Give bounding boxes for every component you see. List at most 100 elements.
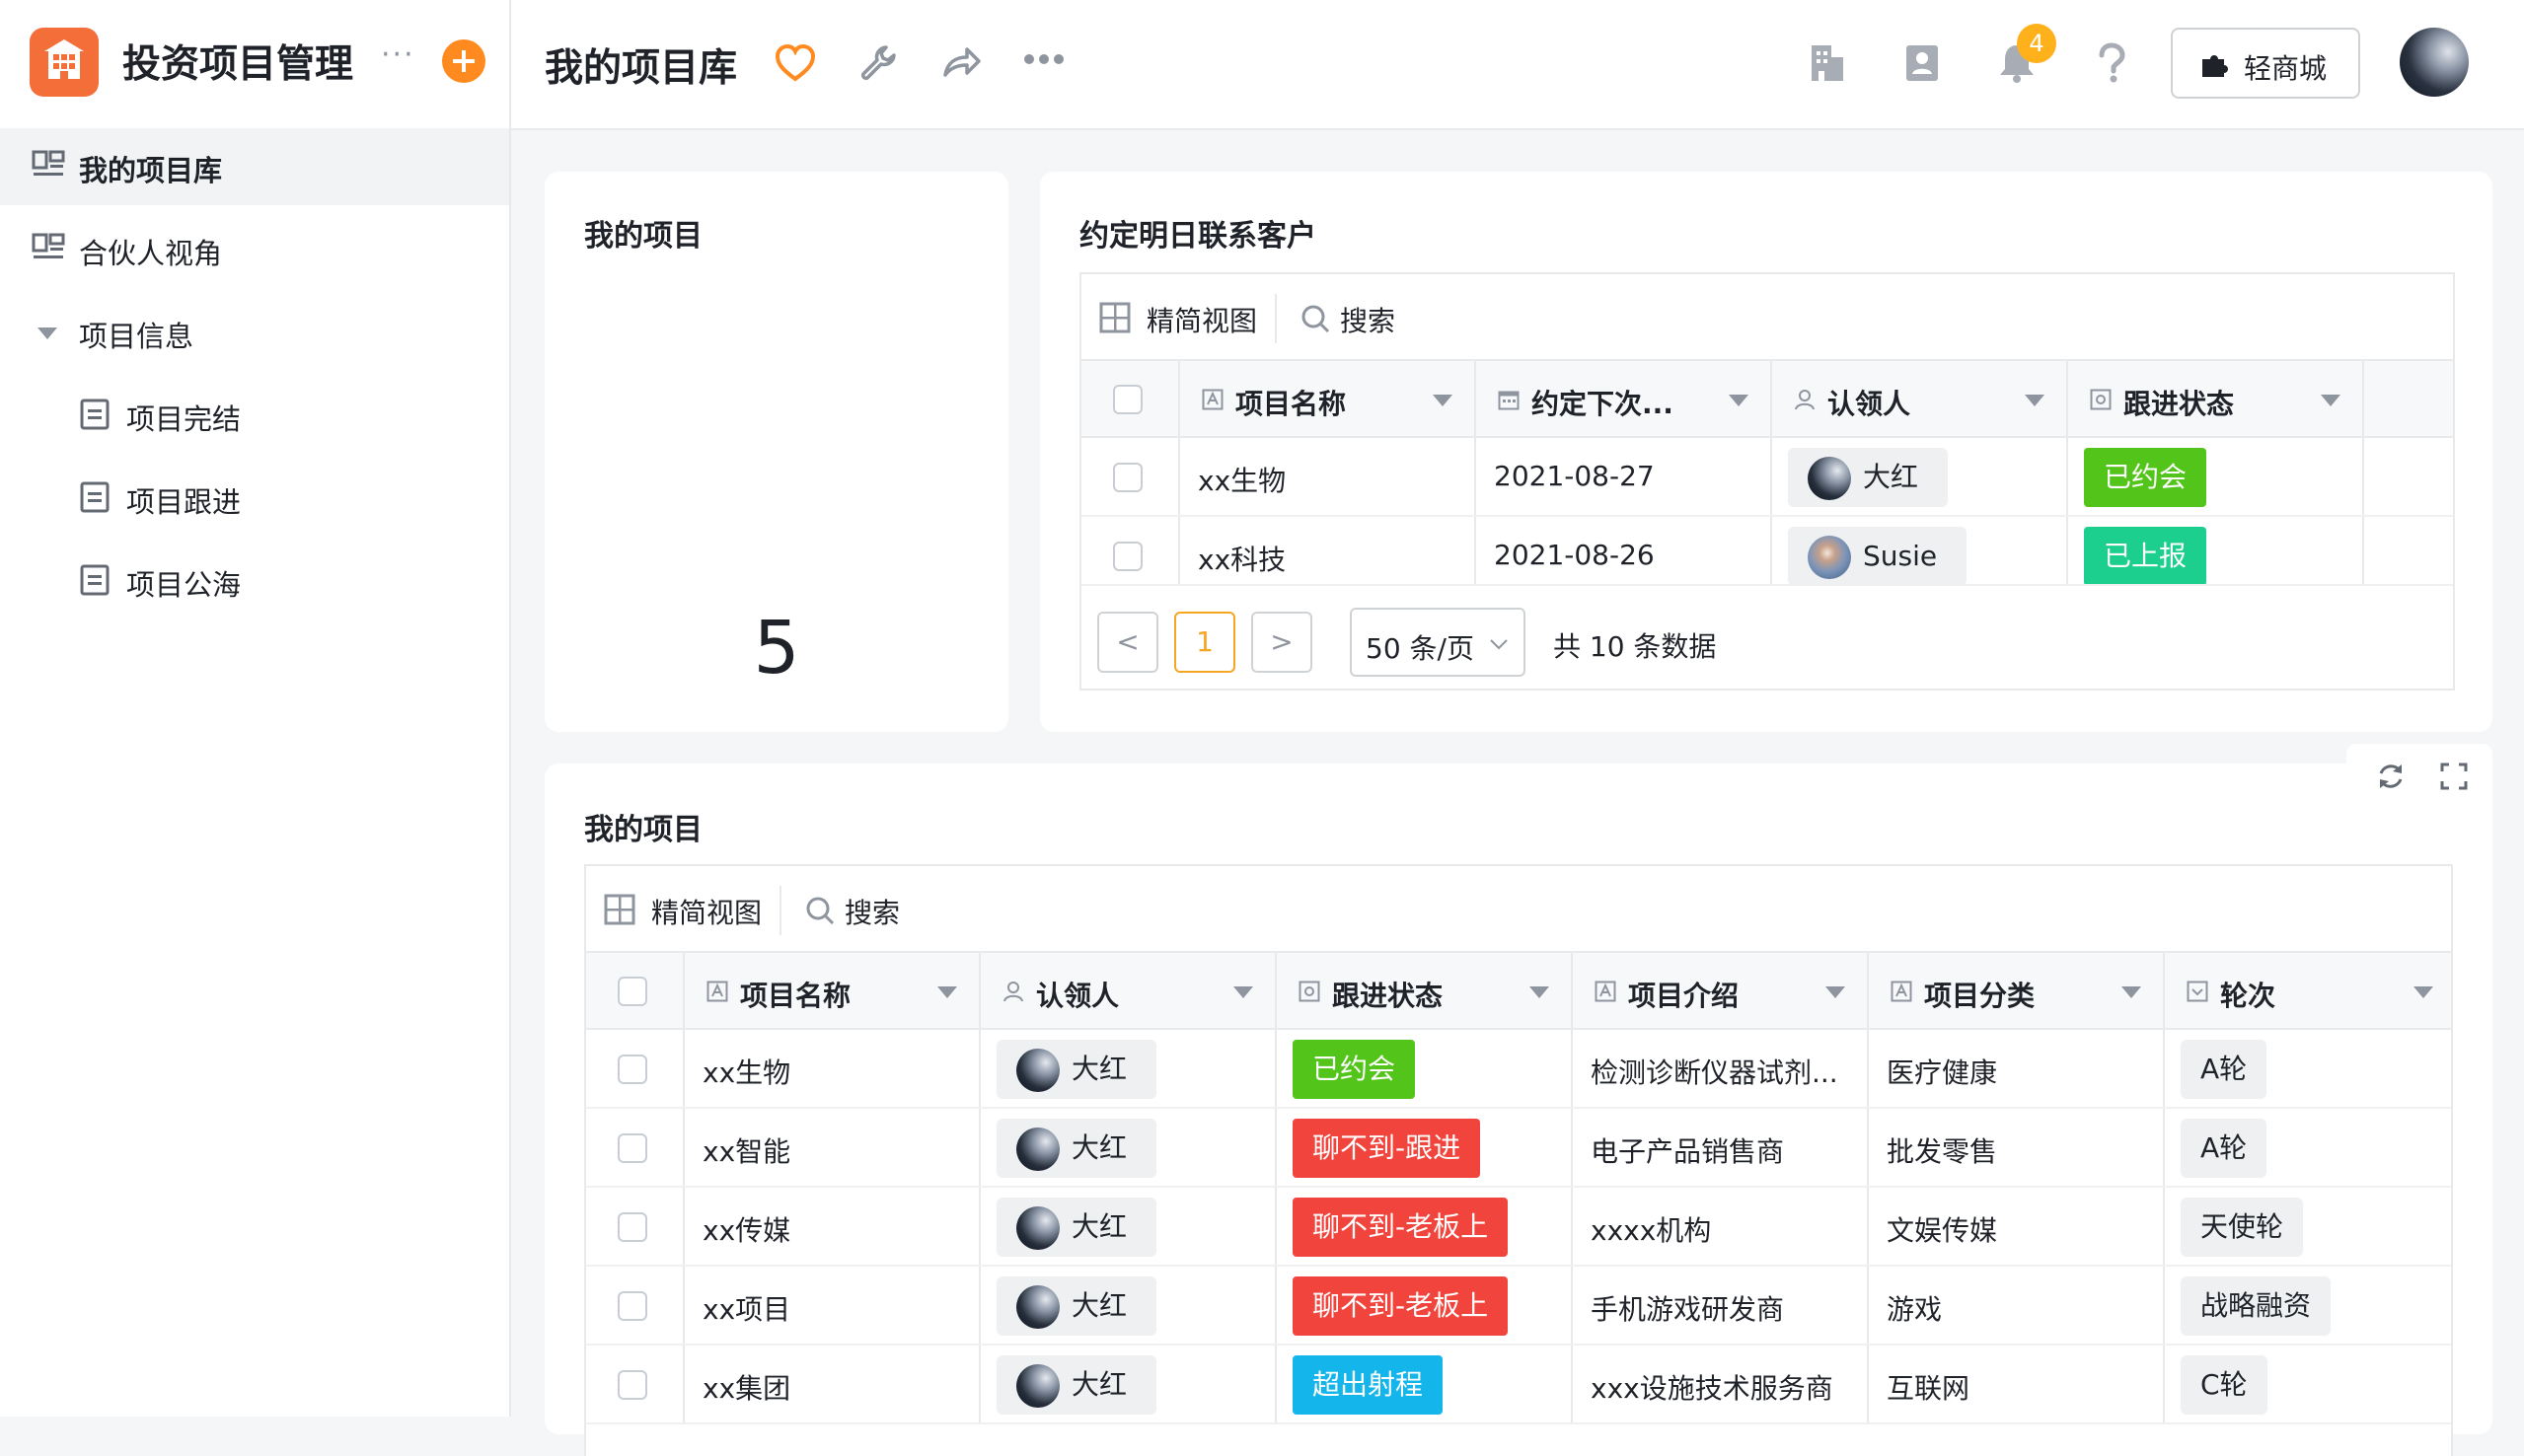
row-checkbox[interactable] [618,1370,647,1400]
cell-category[interactable]: 互联网 [1869,1346,2165,1422]
sidebar-group-project-info[interactable]: 项目信息 [0,294,509,371]
column-header-owner[interactable]: 认领人 [1772,361,2068,436]
row-checkbox[interactable] [618,1212,647,1242]
column-header-project-name[interactable]: 项目名称 [1180,361,1476,436]
favorite-heart-icon[interactable] [774,41,817,85]
page-size-select[interactable]: 50 条/页 [1350,608,1525,677]
user-avatar[interactable] [2400,28,2469,97]
cell-round[interactable]: 天使轮 [2165,1188,2455,1265]
cell-project-name[interactable]: xx项目 [685,1267,981,1344]
row-checkbox[interactable] [1113,463,1143,492]
wrench-settings-icon[interactable] [856,41,900,85]
cell-owner[interactable]: 大红 [1772,438,2068,515]
cell-owner[interactable]: 大红 [981,1346,1277,1422]
table-row[interactable]: xx科技 2021-08-26 Susie 已上报 [1081,517,2453,586]
table-row[interactable]: xx智能 大红 聊不到-跟进 电子产品销售商 批发零售 A轮 [586,1109,2451,1188]
table-row[interactable]: xx项目 大红 聊不到-老板上 手机游戏研发商 游戏 战略融资 [586,1267,2451,1346]
cell-status[interactable]: 聊不到-老板上 [1277,1188,1573,1265]
owner-chip[interactable]: 大红 [997,1355,1157,1415]
app-logo-icon[interactable] [30,28,99,97]
owner-chip[interactable]: 大红 [997,1040,1157,1099]
chevron-down-icon[interactable] [937,986,957,998]
chevron-down-icon[interactable] [1433,395,1452,406]
select-all-checkbox[interactable] [618,977,647,1006]
cell-round[interactable]: 战略融资 [2165,1267,2455,1344]
grid-view-icon[interactable] [604,894,635,925]
grid-view-icon[interactable] [1099,302,1131,333]
cell-owner[interactable]: 大红 [981,1188,1277,1265]
table-row[interactable]: xx生物 2021-08-27 大红 已约会 [1081,438,2453,517]
cell-round[interactable]: C轮 [2165,1346,2455,1422]
sidebar-item-project-follow[interactable]: 项目跟进 [0,460,509,537]
compact-view-button[interactable]: 精简视图 [651,892,762,931]
cell-status[interactable]: 已上报 [2068,517,2364,584]
organization-building-icon[interactable] [1806,41,1849,85]
owner-chip[interactable]: 大红 [1788,448,1949,507]
table-row[interactable]: xx生物 大红 已约会 检测诊断仪器试剂... 医疗健康 A轮 [586,1030,2451,1109]
cell-project-name[interactable]: xx生物 [1180,438,1476,515]
cell-category[interactable]: 游戏 [1869,1267,2165,1344]
row-checkbox[interactable] [618,1133,647,1163]
search-button[interactable]: 搜索 [1340,300,1395,339]
cell-project-name[interactable]: xx传媒 [685,1188,981,1265]
cell-owner[interactable]: 大红 [981,1109,1277,1186]
sidebar-item-partner-view[interactable]: 合伙人视角 [0,211,509,288]
column-header-intro[interactable]: 项目介绍 [1573,953,1869,1028]
cell-project-name[interactable]: xx集团 [685,1346,981,1422]
column-header-round[interactable]: 轮次 [2165,953,2455,1028]
store-button[interactable]: 轻商城 [2171,28,2360,99]
search-icon[interactable] [805,896,835,925]
cell-project-name[interactable]: xx生物 [685,1030,981,1107]
cell-status[interactable]: 聊不到-老板上 [1277,1267,1573,1344]
select-all-checkbox[interactable] [1113,385,1143,414]
owner-chip[interactable]: 大红 [997,1276,1157,1336]
cell-status[interactable]: 已约会 [2068,438,2364,515]
cell-intro[interactable]: xxx设施技术服务商 [1573,1346,1869,1422]
page-1-button[interactable]: 1 [1174,612,1235,673]
cell-status[interactable]: 已约会 [1277,1030,1573,1107]
cell-intro[interactable]: 手机游戏研发商 [1573,1267,1869,1344]
table-row[interactable]: xx集团 大红 超出射程 xxx设施技术服务商 互联网 C轮 [586,1346,2451,1424]
search-icon[interactable] [1300,304,1330,333]
cell-owner[interactable]: Susie [1772,517,2068,584]
cell-project-name[interactable]: xx科技 [1180,517,1476,584]
app-more-icon[interactable]: ··· [381,37,415,72]
chevron-down-icon[interactable] [2321,395,2340,406]
column-header-category[interactable]: 项目分类 [1869,953,2165,1028]
table-row[interactable]: xx传媒 大红 聊不到-老板上 xxxx机构 文娱传媒 天使轮 [586,1188,2451,1267]
cell-project-name[interactable]: xx智能 [685,1109,981,1186]
cell-intro[interactable]: xxxx机构 [1573,1188,1869,1265]
more-options-icon[interactable] [1022,49,1066,69]
cell-status[interactable]: 聊不到-跟进 [1277,1109,1573,1186]
sidebar-item-project-finished[interactable]: 项目完结 [0,377,509,454]
refresh-icon[interactable] [2376,762,2406,791]
owner-chip[interactable]: 大红 [997,1198,1157,1257]
column-header-status[interactable]: 跟进状态 [2068,361,2364,436]
cell-owner[interactable]: 大红 [981,1267,1277,1344]
cell-intro[interactable]: 电子产品销售商 [1573,1109,1869,1186]
chevron-down-icon[interactable] [1529,986,1549,998]
search-button[interactable]: 搜索 [845,892,900,931]
compact-view-button[interactable]: 精简视图 [1147,300,1257,339]
cell-next-date[interactable]: 2021-08-27 [1476,438,1772,515]
chevron-down-icon[interactable] [1729,395,1748,406]
row-checkbox[interactable] [618,1291,647,1321]
chevron-down-icon[interactable] [2413,986,2433,998]
cell-intro[interactable]: 检测诊断仪器试剂... [1573,1030,1869,1107]
fullscreen-icon[interactable] [2439,762,2469,791]
next-page-button[interactable]: > [1251,612,1312,673]
chevron-down-icon[interactable] [2121,986,2141,998]
share-forward-icon[interactable] [939,41,983,85]
column-header-status[interactable]: 跟进状态 [1277,953,1573,1028]
column-header-project-name[interactable]: 项目名称 [685,953,981,1028]
column-header-owner[interactable]: 认领人 [981,953,1277,1028]
cell-round[interactable]: A轮 [2165,1030,2455,1107]
sidebar-item-project-pool[interactable]: 项目公海 [0,543,509,619]
owner-chip[interactable]: Susie [1788,527,1967,584]
add-icon[interactable] [442,39,485,83]
cell-next-date[interactable]: 2021-08-26 [1476,517,1772,584]
contacts-card-icon[interactable] [1900,41,1944,85]
help-question-icon[interactable] [2090,41,2133,85]
owner-chip[interactable]: 大红 [997,1119,1157,1178]
row-checkbox[interactable] [618,1055,647,1084]
